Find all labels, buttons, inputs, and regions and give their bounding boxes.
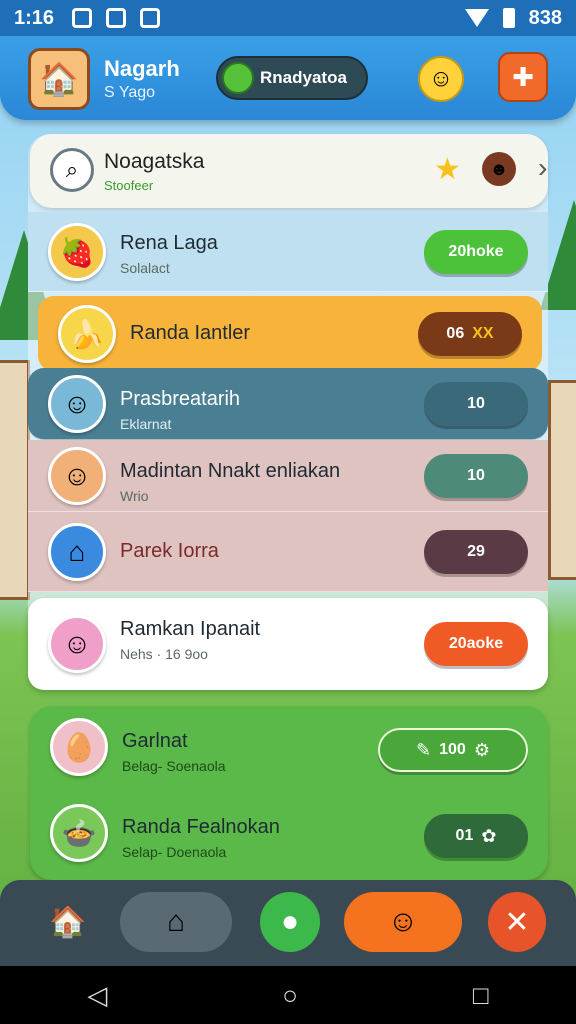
- list-item-title: Ramkan Ipanait: [120, 618, 261, 640]
- list-item-title: Madintan Nnakt enliakan: [120, 460, 341, 482]
- list-item-subtitle: Wrio: [120, 488, 149, 504]
- list-item-subtitle: Eklarnat: [120, 416, 172, 432]
- button-label: 20hoke: [448, 243, 504, 260]
- notification-icon: [72, 8, 93, 28]
- list-item-subtitle: Selap- Doenaola: [122, 844, 227, 860]
- list-item[interactable]: 🍓 Rena Laga Solalact 20hoke: [28, 212, 548, 292]
- gear-icon: ⚙: [473, 739, 490, 760]
- list-item-title: Randa Fealnokan: [122, 816, 280, 838]
- search-card-title: Noagatska: [104, 150, 205, 173]
- search-icon: ⌕: [50, 148, 94, 192]
- list-item-button[interactable]: 20aoke: [424, 622, 528, 666]
- system-nav-bar: ◁ ○ □: [0, 966, 576, 1024]
- list-item-title: Garlnat: [122, 730, 188, 752]
- button-label: 29: [467, 543, 485, 560]
- back-icon[interactable]: ◁: [87, 980, 107, 1011]
- button-label: 10: [467, 395, 485, 412]
- header-pill-button[interactable]: Rnadyatoa: [216, 56, 368, 100]
- house-button[interactable]: ⌂: [120, 892, 232, 952]
- list-item-title: Parek Iorra: [120, 540, 219, 562]
- emoji-button[interactable]: ☺: [418, 56, 464, 102]
- header-title: Nagarh: [104, 56, 180, 81]
- list-item[interactable]: 🍌 Randa Iantler 06 XX: [38, 296, 542, 372]
- list-item-button[interactable]: 10: [424, 454, 528, 498]
- list-item-title: Rena Laga: [120, 232, 218, 254]
- app-logo-icon: 🏠: [28, 48, 90, 110]
- battery-icon: [502, 8, 515, 28]
- chevron-right-icon[interactable]: ›: [538, 152, 547, 184]
- house-right: [548, 380, 576, 580]
- house-left: [0, 360, 30, 600]
- recents-icon[interactable]: □: [473, 980, 489, 1011]
- list-item[interactable]: 🍲 Randa Fealnokan Selap- Doenaola 01 ✿: [30, 792, 548, 878]
- list-item-button[interactable]: 29: [424, 530, 528, 574]
- wifi-icon: [464, 9, 489, 27]
- chat-icon: [222, 62, 254, 94]
- chat-button[interactable]: ●: [260, 892, 320, 952]
- egg-icon: 🥚: [50, 718, 108, 776]
- button-label: 01: [455, 827, 474, 844]
- list-item-button[interactable]: 01 ✿: [424, 814, 528, 858]
- boy-icon: ☺: [48, 375, 106, 433]
- home-icon[interactable]: 🏠: [36, 892, 100, 952]
- girl-icon: ☺: [48, 447, 106, 505]
- status-value: 838: [528, 6, 562, 29]
- close-button[interactable]: ✕: [488, 892, 546, 952]
- flower-icon: ✿: [481, 825, 497, 846]
- status-bar: 1:16 838: [0, 0, 576, 36]
- profile-button[interactable]: ✚: [498, 52, 548, 102]
- pencil-icon: ✎: [416, 739, 432, 760]
- star-icon: ★: [434, 153, 461, 186]
- list-item-button[interactable]: 06 XX: [418, 312, 522, 356]
- green-list-panel: 🥚 Garlnat Belag- Soenaola ✎ 100 ⚙ 🍲 Rand…: [30, 706, 548, 880]
- game-button[interactable]: ☺: [344, 892, 462, 952]
- list-item[interactable]: ⌂ Parek Iorra 29: [28, 512, 548, 592]
- list-item-button[interactable]: 20hoke: [424, 230, 528, 274]
- camera-icon: [140, 8, 161, 28]
- status-time: 1:16: [14, 6, 55, 29]
- avatar: ☻: [482, 152, 516, 186]
- bottom-toolbar: 🏠 ⌂ ● ☺ ✕: [0, 880, 576, 966]
- app-header: 🏠 Nagarh S Yago Rnadyatoa ☺ ✚: [0, 36, 576, 120]
- list-item-button[interactable]: ✎ 100 ⚙: [378, 728, 528, 772]
- list-item-subtitle: Nehs · 16 9oo: [120, 646, 208, 662]
- list-item-subtitle: Solalact: [120, 260, 170, 276]
- pill-label: Rnadyatoa: [260, 68, 347, 87]
- list-item-subtitle: Belag- Soenaola: [122, 758, 226, 774]
- list-item[interactable]: ☺ Madintan Nnakt enliakan Wrio 10: [28, 440, 548, 512]
- search-card-subtitle: Stoofeer: [104, 178, 154, 193]
- list-item[interactable]: ☺ Ramkan Ipanait Nehs · 16 9oo 20aoke: [28, 598, 548, 690]
- list-item[interactable]: 🥚 Garlnat Belag- Soenaola ✎ 100 ⚙: [30, 706, 548, 792]
- list-item-title: Prasbreatarih: [120, 388, 241, 410]
- button-label: 06: [446, 325, 465, 342]
- list-item-title: Randa Iantler: [130, 322, 251, 344]
- search-card[interactable]: ⌕ Noagatska Stoofeer ★ ☻ ›: [30, 134, 548, 208]
- house-icon: ⌂: [48, 523, 106, 581]
- button-secondary-label: XX: [472, 325, 494, 342]
- list-item[interactable]: ☺ Prasbreatarih Eklarnat 10: [28, 368, 548, 440]
- list-item-button[interactable]: 10: [424, 382, 528, 426]
- strawberry-icon: 🍓: [48, 223, 106, 281]
- button-label: 100: [439, 741, 466, 758]
- gallery-icon: [106, 8, 127, 28]
- child-icon: ☺: [48, 615, 106, 673]
- bowl-icon: 🍲: [50, 804, 108, 862]
- home-circle-icon[interactable]: ○: [282, 980, 298, 1011]
- banana-icon: 🍌: [58, 305, 116, 363]
- button-label: 10: [467, 467, 485, 484]
- button-label: 20aoke: [448, 635, 504, 652]
- header-subtitle: S Yago: [104, 84, 156, 101]
